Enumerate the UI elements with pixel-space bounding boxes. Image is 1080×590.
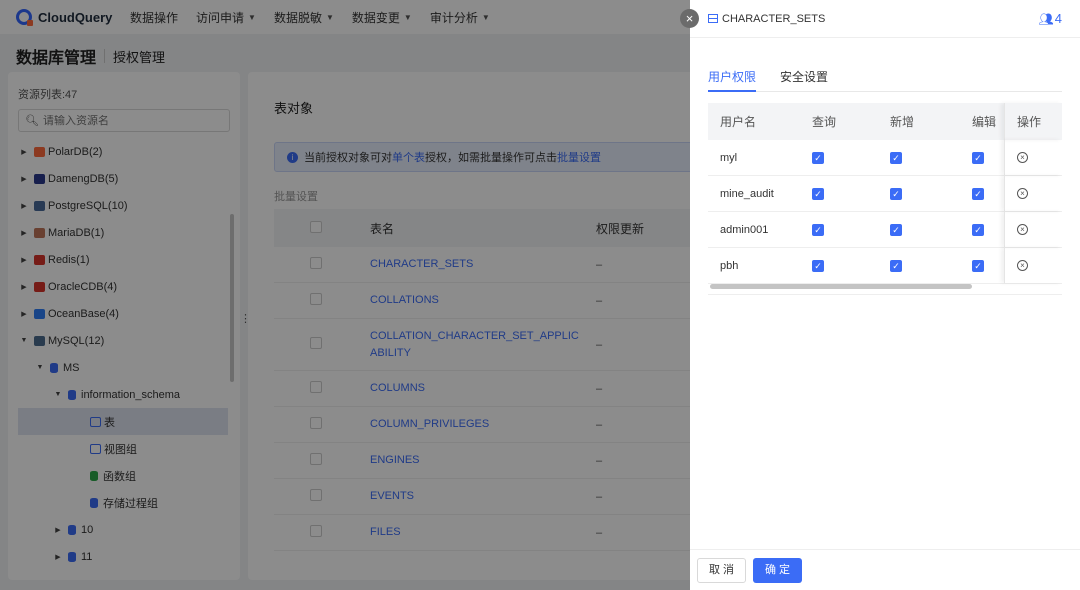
add-checkbox[interactable]: ✓ <box>890 259 902 272</box>
column-header-edit: 编辑 <box>972 115 997 129</box>
edit-checkbox[interactable]: ✓ <box>972 151 984 164</box>
query-checkbox[interactable]: ✓ <box>812 259 824 272</box>
drawer-close-button[interactable]: × <box>680 9 699 28</box>
column-header-query: 查询 <box>812 115 837 129</box>
confirm-button[interactable]: 确 定 <box>753 558 802 583</box>
permission-row: mine_audit ✓ ✓ ✓ × <box>708 176 1062 212</box>
username-cell: admin001 <box>720 223 769 236</box>
drawer-tabs: 用户权限 安全设置 <box>708 68 1062 92</box>
edit-checkbox[interactable]: ✓ <box>972 187 984 200</box>
edit-checkbox[interactable]: ✓ <box>972 223 984 236</box>
add-cell: ✓ <box>880 187 958 200</box>
column-header-actions: 操作 <box>1004 103 1062 140</box>
drawer-footer: 取 消 确 定 <box>690 549 1080 590</box>
query-checkbox[interactable]: ✓ <box>812 187 824 200</box>
edit-cell: ✓ <box>958 259 1004 272</box>
add-cell: ✓ <box>880 151 958 164</box>
permission-row: pbh ✓ ✓ ✓ × <box>708 248 1062 284</box>
query-checkbox[interactable]: ✓ <box>812 223 824 236</box>
query-checkbox[interactable]: ✓ <box>812 151 824 164</box>
user-count: 4 <box>1054 11 1062 26</box>
column-header-username: 用户名 <box>720 115 757 129</box>
table-icon <box>708 14 718 23</box>
add-checkbox[interactable]: ✓ <box>890 223 902 236</box>
remove-user-icon[interactable]: × <box>1017 152 1028 163</box>
close-icon: × <box>685 11 694 26</box>
cancel-button[interactable]: 取 消 <box>697 558 746 583</box>
actions-cell: × <box>1004 212 1062 247</box>
username-cell: mine_audit <box>720 187 774 200</box>
query-cell: ✓ <box>802 151 880 164</box>
permission-row: admin001 ✓ ✓ ✓ × <box>708 212 1062 248</box>
query-cell: ✓ <box>802 259 880 272</box>
edit-cell: ✓ <box>958 223 1004 236</box>
query-cell: ✓ <box>802 223 880 236</box>
permission-table: 用户名 查询 新增 编辑 操作 myl ✓ ✓ ✓ × mine_audit ✓… <box>708 103 1062 289</box>
query-cell: ✓ <box>802 187 880 200</box>
remove-user-icon[interactable]: × <box>1017 260 1028 271</box>
permission-drawer: CHARACTER_SETS 👥︎ 4 用户权限 安全设置 用户名 查询 新增 … <box>690 0 1080 590</box>
remove-user-icon[interactable]: × <box>1017 224 1028 235</box>
add-cell: ✓ <box>880 259 958 272</box>
user-count-button[interactable]: 👥︎ 4 <box>1039 11 1062 26</box>
tab-user-permissions[interactable]: 用户权限 <box>708 68 757 92</box>
table-horizontal-scrollbar[interactable] <box>710 284 972 289</box>
actions-cell: × <box>1004 140 1062 175</box>
permission-table-header: 用户名 查询 新增 编辑 操作 <box>708 103 1062 140</box>
edit-cell: ✓ <box>958 187 1004 200</box>
remove-user-icon[interactable]: × <box>1017 188 1028 199</box>
actions-cell: × <box>1004 176 1062 211</box>
edit-checkbox[interactable]: ✓ <box>972 259 984 272</box>
tab-security-settings[interactable]: 安全设置 <box>780 68 828 92</box>
add-checkbox[interactable]: ✓ <box>890 187 902 200</box>
actions-cell: × <box>1004 248 1062 283</box>
users-icon: 👥︎ <box>1038 11 1054 26</box>
edit-cell: ✓ <box>958 151 1004 164</box>
username-cell: pbh <box>720 259 739 272</box>
add-checkbox[interactable]: ✓ <box>890 151 902 164</box>
permission-row: myl ✓ ✓ ✓ × <box>708 140 1062 176</box>
username-cell: myl <box>720 151 738 164</box>
column-header-add: 新增 <box>890 115 915 129</box>
add-cell: ✓ <box>880 223 958 236</box>
drawer-header: CHARACTER_SETS <box>690 0 1080 38</box>
drawer-title: CHARACTER_SETS <box>722 12 826 25</box>
modal-mask[interactable] <box>0 0 690 590</box>
